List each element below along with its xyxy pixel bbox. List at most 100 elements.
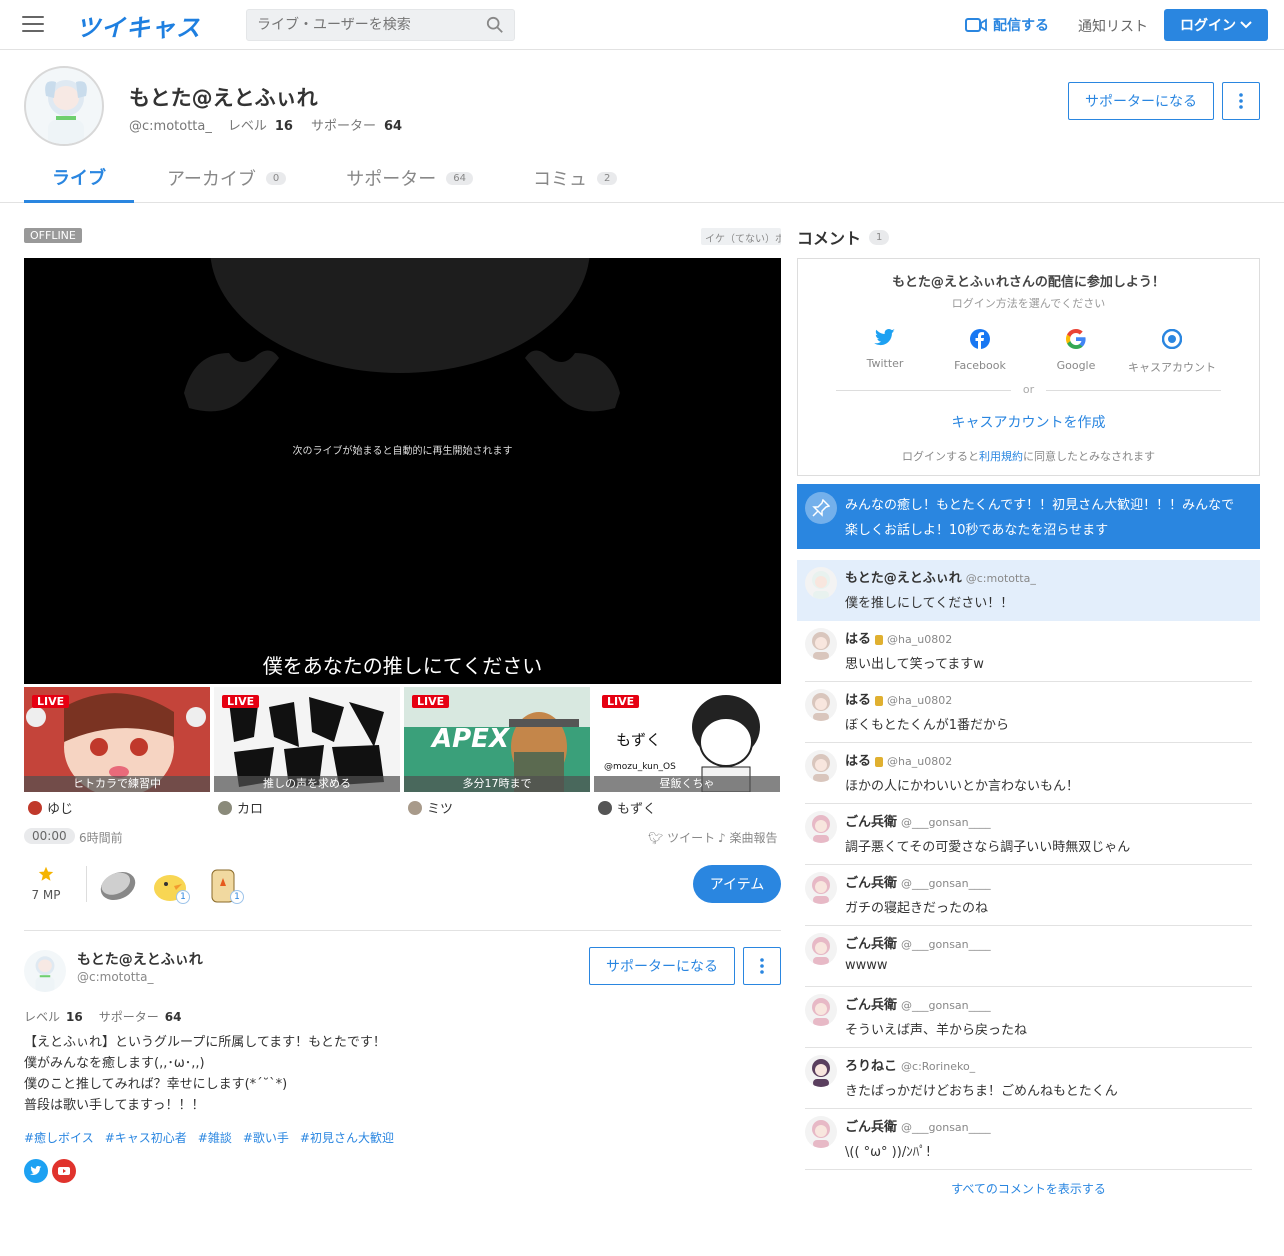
menu-icon[interactable] [22, 16, 44, 34]
gift-item[interactable]: 1 [152, 866, 192, 904]
notify-list-link[interactable]: 通知リスト [1078, 16, 1148, 36]
recommended-live-card[interactable]: もずく @mozu_kun_OS LIVE 昼飯くちゃ もずく [594, 687, 780, 817]
live-badge: LIVE [32, 695, 70, 708]
comment-author[interactable]: ごん兵衛 @___gonsan____ [845, 811, 991, 830]
comment-row[interactable]: はる @ha_u0802 ほかの人にかわいいとか言わないもん！ [805, 743, 1252, 804]
live-caption: 多分17時まで [404, 776, 590, 792]
tab-count: 2 [597, 171, 618, 185]
tab-live[interactable]: ライブ [24, 153, 134, 203]
avatar[interactable] [805, 628, 837, 660]
recommended-live-card[interactable]: LIVE 推しの声を求める カロ [214, 687, 400, 817]
avatar[interactable] [805, 689, 837, 721]
comment-row[interactable]: ごん兵衛 @___gonsan____ そういえば声、羊から戻ったね [805, 987, 1252, 1048]
login-button[interactable]: ログイン [1164, 9, 1268, 41]
comment-author[interactable]: もとた@えとふぃれ @c:mototta_ [845, 567, 1036, 586]
item-button[interactable]: アイテム [693, 865, 781, 903]
comment-row[interactable]: はる @ha_u0802 ぼくもとたくんが1番だから [805, 682, 1252, 743]
comment-row[interactable]: ごん兵衛 @___gonsan____ \(( °ω° ))/ﾝﾊﾟ! [805, 1109, 1252, 1170]
comment-login-box: もとた@えとふぃれさんの配信に参加しよう！ ログイン方法を選んでください Twi… [797, 258, 1260, 476]
login-cas-account-button[interactable]: キャスアカウント [1124, 328, 1220, 375]
comment-author[interactable]: ごん兵衛 @___gonsan____ [845, 1116, 991, 1135]
divider [86, 866, 87, 902]
comment-author-handle: @___gonsan____ [901, 938, 991, 951]
comment-row[interactable]: ごん兵衛 @___gonsan____ 調子悪くてその可愛さなら調子いい時無双じゃん [805, 804, 1252, 865]
comment-author[interactable]: はる @ha_u0802 [845, 750, 952, 769]
twitter-icon[interactable] [24, 1159, 48, 1183]
broadcast-button[interactable]: 配信する [965, 15, 1049, 35]
comment-author-handle: @ha_u0802 [887, 633, 953, 646]
live-thumbnail: もずく @mozu_kun_OS LIVE 昼飯くちゃ [594, 687, 780, 792]
comment-author-name: ごん兵衛 [845, 815, 898, 830]
show-all-comments-link[interactable]: すべてのコメントを表示する [797, 1180, 1260, 1197]
video-player[interactable]: 次のライブが始まると自動的に再生開始されます 僕をあなたの推しにてください [24, 258, 781, 684]
comment-row[interactable]: ごん兵衛 @___gonsan____ ガチの寝起きだったのね [805, 865, 1252, 926]
live-caption: 推しの声を求める [214, 776, 400, 792]
recommended-live-card[interactable]: APEX LIVE 多分17時まで ミツ [404, 687, 590, 817]
more-button[interactable] [743, 947, 781, 985]
comment-author[interactable]: ごん兵衛 @___gonsan____ [845, 933, 991, 952]
supporter-count: 64 [164, 1010, 182, 1024]
comment-author-name: はる [845, 754, 872, 769]
tweet-label: ツイート [667, 831, 716, 845]
comment-author[interactable]: はる @ha_u0802 [845, 689, 952, 708]
avatar[interactable] [805, 567, 837, 599]
broadcaster-meta: レベル 16 サポーター 64 [24, 1008, 197, 1025]
avatar[interactable] [24, 66, 104, 146]
avatar[interactable] [805, 1055, 837, 1087]
login-twitter-button[interactable]: Twitter [837, 329, 933, 370]
create-account-link[interactable]: キャスアカウントを作成 [798, 412, 1259, 432]
avatar [598, 800, 612, 815]
avatar-image [805, 872, 837, 904]
login-google-button[interactable]: Google [1028, 329, 1124, 372]
more-button[interactable] [1222, 82, 1260, 120]
recommended-live-card[interactable]: LIVE ヒトカラで練習中 ゆじ [24, 687, 210, 817]
duration-badge: 00:00 [24, 828, 75, 844]
search-box[interactable] [246, 9, 515, 41]
comment-author[interactable]: ろりねこ @c:Rorineko_ [845, 1055, 975, 1074]
mp-counter[interactable]: 7 MP [24, 866, 68, 902]
login-facebook-button[interactable]: Facebook [932, 329, 1028, 372]
avatar[interactable] [805, 1116, 837, 1148]
live-user: ゆじ [24, 798, 210, 817]
comment-author[interactable]: ごん兵衛 @___gonsan____ [845, 872, 991, 891]
hashtag[interactable]: #雑談 [198, 1129, 232, 1146]
hashtag[interactable]: #癒しボイス [24, 1129, 94, 1146]
youtube-icon[interactable] [52, 1159, 76, 1183]
hashtag[interactable]: #歌い手 [243, 1129, 289, 1146]
gift-count: 1 [230, 890, 244, 904]
live-user-name: ゆじ [47, 802, 74, 817]
search-icon[interactable] [486, 16, 504, 34]
hashtag[interactable]: #初見さん大歓迎 [300, 1129, 394, 1146]
comment-row[interactable]: はる @ha_u0802 思い出して笑ってますw [805, 621, 1252, 682]
avatar[interactable] [24, 950, 66, 992]
comment-row[interactable]: ろりねこ @c:Rorineko_ きたばっかだけどおちま！ごめんねもとたくん [805, 1048, 1252, 1109]
gift-item[interactable] [98, 866, 138, 904]
become-supporter-button[interactable]: サポーターになる [1068, 82, 1214, 120]
comment-row[interactable]: ごん兵衛 @___gonsan____ wwww [805, 926, 1252, 987]
avatar[interactable] [805, 994, 837, 1026]
tab-archive[interactable]: アーカイブ 0 [167, 153, 287, 203]
song-report-link[interactable]: ♪ 楽曲報告 [718, 829, 778, 846]
broadcaster-name[interactable]: もとた@えとふぃれ [77, 949, 203, 969]
avatar[interactable] [805, 811, 837, 843]
comment-author-name: はる [845, 632, 872, 647]
hashtag[interactable]: #キャス初心者 [105, 1129, 187, 1146]
svg-text:もずく: もずく [616, 731, 661, 749]
category-badge[interactable]: イケ（てない）ボ [701, 228, 781, 245]
comment-author[interactable]: ごん兵衛 @___gonsan____ [845, 994, 991, 1013]
comment-author[interactable]: はる @ha_u0802 [845, 628, 952, 647]
comment-row[interactable]: もとた@えとふぃれ @c:mototta_ 僕を推しにしてください！！ [797, 560, 1260, 621]
terms-notice: ログインすると利用規約に同意したとみなされます [798, 448, 1259, 464]
level-label: レベル [227, 119, 267, 134]
become-supporter-button[interactable]: サポーターになる [589, 947, 735, 985]
gift-item[interactable]: 1 [206, 866, 246, 904]
terms-link[interactable]: 利用規約 [979, 450, 1023, 463]
tab-community[interactable]: コミュ 2 [533, 153, 618, 203]
site-logo[interactable]: ツイキャス [76, 8, 201, 43]
search-input[interactable] [247, 10, 467, 40]
avatar[interactable] [805, 872, 837, 904]
tab-supporters[interactable]: サポーター 64 [346, 153, 474, 203]
avatar[interactable] [805, 750, 837, 782]
tweet-link[interactable]: 🐦︎ ツイート [648, 829, 715, 846]
avatar[interactable] [805, 933, 837, 965]
